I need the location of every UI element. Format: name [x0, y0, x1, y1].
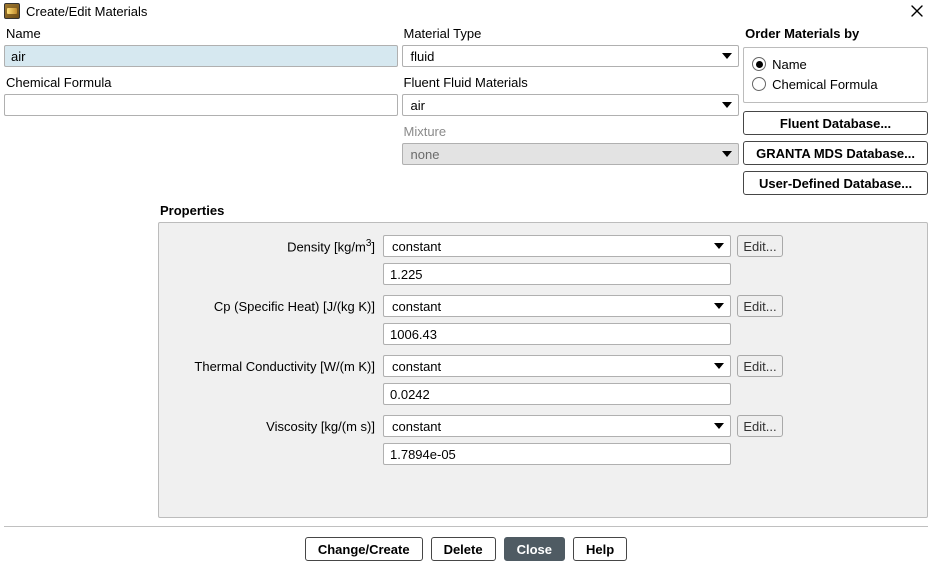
thermal-conductivity-value-input[interactable]: [383, 383, 731, 405]
viscosity-label: Viscosity [kg/(m s)]: [173, 419, 377, 434]
help-button[interactable]: Help: [573, 537, 627, 561]
viscosity-value-input[interactable]: [383, 443, 731, 465]
database-buttons: Fluent Database... GRANTA MDS Database..…: [743, 111, 928, 195]
granta-mds-database-button[interactable]: GRANTA MDS Database...: [743, 141, 928, 165]
close-icon[interactable]: [908, 2, 926, 20]
cp-value-row: [173, 323, 909, 345]
cp-edit-button[interactable]: Edit...: [737, 295, 783, 317]
radio-icon: [752, 57, 766, 71]
close-button[interactable]: Close: [504, 537, 565, 561]
cp-row: Cp (Specific Heat) [J/(kg K)] constant E…: [173, 295, 909, 317]
thermal-conductivity-method-select[interactable]: constant: [383, 355, 731, 377]
user-defined-database-button[interactable]: User-Defined Database...: [743, 171, 928, 195]
material-type-value: fluid: [411, 49, 435, 64]
viscosity-value-row: [173, 443, 909, 465]
chevron-down-icon: [714, 303, 724, 309]
cp-method-value: constant: [392, 299, 441, 314]
chevron-down-icon: [722, 102, 732, 108]
viscosity-row: Viscosity [kg/(m s)] constant Edit...: [173, 415, 909, 437]
fluent-fluid-materials-value: air: [411, 98, 425, 113]
order-by-name-label: Name: [772, 57, 807, 72]
mixture-value: none: [411, 147, 440, 162]
order-by-chemical-formula-label: Chemical Formula: [772, 77, 877, 92]
material-type-select[interactable]: fluid: [402, 45, 740, 67]
column-left: Name Chemical Formula: [4, 26, 398, 195]
create-edit-materials-dialog: Create/Edit Materials Name Chemical Form…: [0, 0, 932, 581]
properties-box: Density [kg/m3] constant Edit... Cp (Spe…: [158, 222, 928, 518]
title-bar: Create/Edit Materials: [0, 0, 932, 22]
density-value-row: [173, 263, 909, 285]
mixture-select: none: [402, 143, 740, 165]
chemical-formula-label: Chemical Formula: [4, 75, 398, 92]
thermal-conductivity-method-value: constant: [392, 359, 441, 374]
app-icon: [4, 3, 20, 19]
fluent-fluid-materials-label: Fluent Fluid Materials: [402, 75, 740, 92]
cp-label: Cp (Specific Heat) [J/(kg K)]: [173, 299, 377, 314]
density-edit-button[interactable]: Edit...: [737, 235, 783, 257]
thermal-conductivity-row: Thermal Conductivity [W/(m K)] constant …: [173, 355, 909, 377]
density-row: Density [kg/m3] constant Edit...: [173, 235, 909, 257]
column-middle: Material Type fluid Fluent Fluid Materia…: [402, 26, 740, 195]
radio-icon: [752, 77, 766, 91]
chevron-down-icon: [722, 151, 732, 157]
order-by-chemical-formula-radio[interactable]: Chemical Formula: [752, 74, 919, 94]
name-input[interactable]: [4, 45, 398, 67]
dialog-body: Name Chemical Formula Material Type flui…: [0, 22, 932, 581]
density-method-value: constant: [392, 239, 441, 254]
order-by-group: Name Chemical Formula: [743, 47, 928, 103]
chevron-down-icon: [722, 53, 732, 59]
name-label: Name: [4, 26, 398, 43]
column-right: Order Materials by Name Chemical Formula…: [743, 26, 928, 195]
density-method-select[interactable]: constant: [383, 235, 731, 257]
chevron-down-icon: [714, 363, 724, 369]
upper-section: Name Chemical Formula Material Type flui…: [4, 26, 928, 195]
thermal-conductivity-edit-button[interactable]: Edit...: [737, 355, 783, 377]
viscosity-edit-button[interactable]: Edit...: [737, 415, 783, 437]
cp-method-select[interactable]: constant: [383, 295, 731, 317]
chevron-down-icon: [714, 243, 724, 249]
order-by-label: Order Materials by: [743, 26, 928, 43]
fluent-fluid-materials-select[interactable]: air: [402, 94, 740, 116]
footer-buttons: Change/Create Delete Close Help: [4, 526, 928, 561]
properties-section: Properties Density [kg/m3] constant Edit…: [4, 203, 928, 518]
change-create-button[interactable]: Change/Create: [305, 537, 423, 561]
thermal-conductivity-value-row: [173, 383, 909, 405]
order-by-name-radio[interactable]: Name: [752, 54, 919, 74]
mixture-label: Mixture: [402, 124, 740, 141]
material-type-label: Material Type: [402, 26, 740, 43]
cp-value-input[interactable]: [383, 323, 731, 345]
chevron-down-icon: [714, 423, 724, 429]
density-label: Density [kg/m3]: [173, 238, 377, 254]
chemical-formula-input[interactable]: [4, 94, 398, 116]
thermal-conductivity-label: Thermal Conductivity [W/(m K)]: [173, 359, 377, 374]
fluent-database-button[interactable]: Fluent Database...: [743, 111, 928, 135]
window-title: Create/Edit Materials: [26, 4, 908, 19]
delete-button[interactable]: Delete: [431, 537, 496, 561]
viscosity-method-select[interactable]: constant: [383, 415, 731, 437]
properties-title: Properties: [158, 203, 928, 222]
density-value-input[interactable]: [383, 263, 731, 285]
viscosity-method-value: constant: [392, 419, 441, 434]
